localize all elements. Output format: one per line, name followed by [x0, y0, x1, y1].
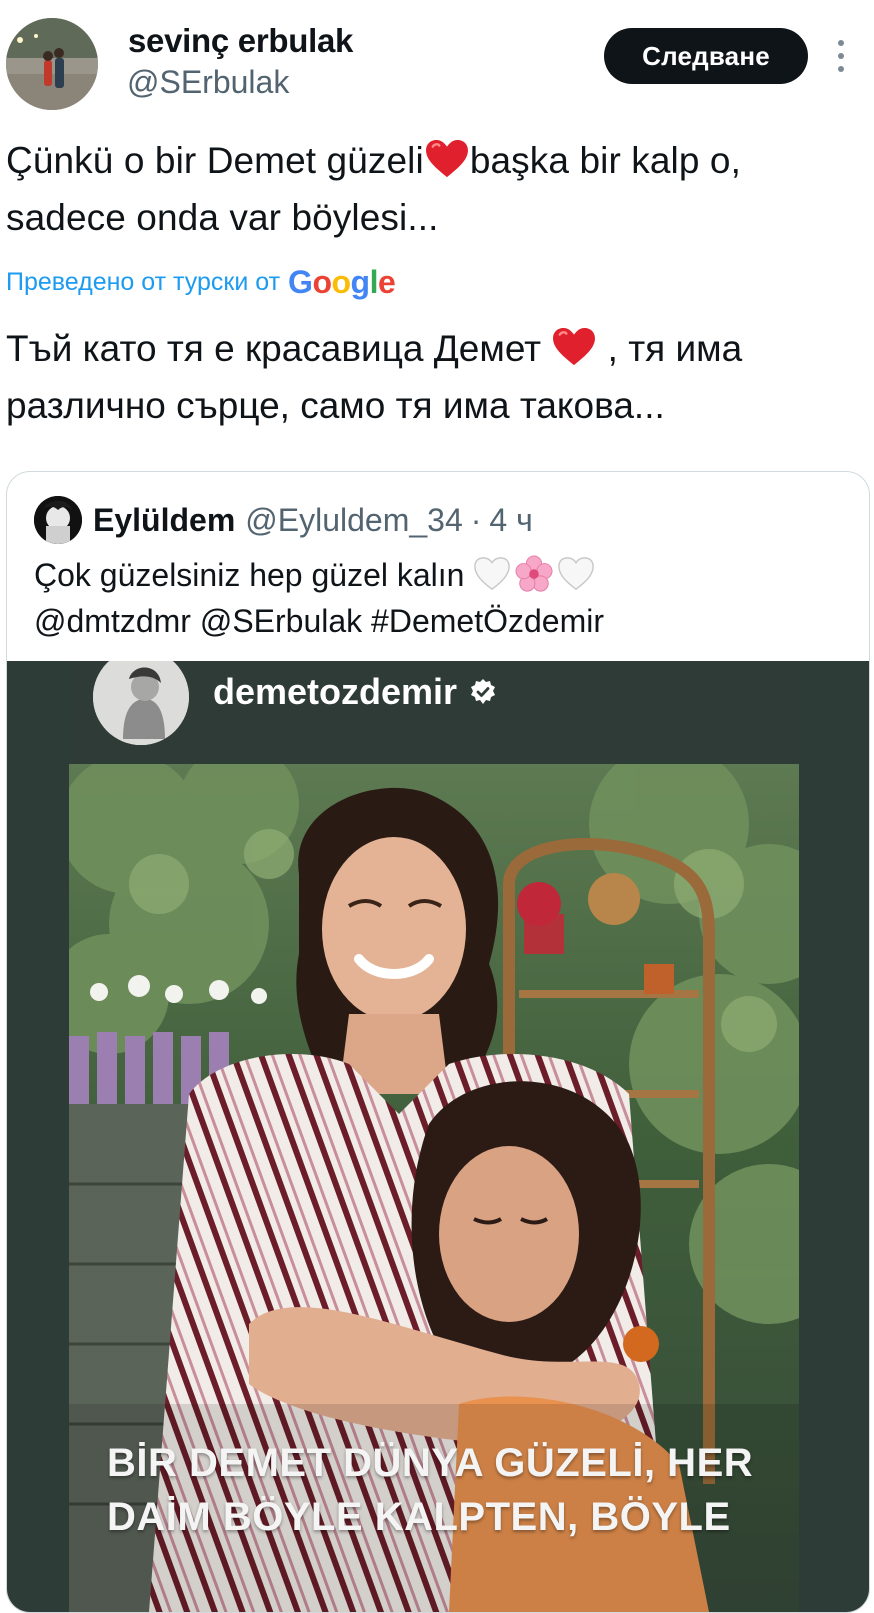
red-heart-icon	[551, 327, 597, 367]
quoted-media-image[interactable]: demetozdemir BİR DEMET DÜNYA GÜZELİ, HER…	[7, 661, 869, 1612]
translated-text: Тъй като тя е красавица Демет , тя има р…	[6, 320, 866, 434]
tweet-text: Çünkü o bir Demet güzeli başka bir kalp o…	[6, 132, 866, 246]
tweet-text-line1-end: başka bir kalp o,	[469, 140, 741, 181]
avatar-photo-icon	[6, 18, 98, 110]
quoted-tweet-time[interactable]: 4 ч	[489, 502, 532, 539]
tweet-text-line2: sadece onda var böylesi...	[6, 197, 439, 238]
avatar-photo-icon	[34, 496, 82, 544]
translation-attribution[interactable]: Преведено от турски от Google	[6, 264, 396, 301]
quoted-author-name[interactable]: Eylüldem	[93, 502, 235, 539]
quoted-author-handle[interactable]: @Eyluldem_34	[245, 502, 462, 539]
meta-separator: ·	[470, 501, 482, 538]
story-caption-line1: BİR DEMET DÜNYA GÜZELİ, HER	[107, 1441, 754, 1485]
tweet-text-line1-start: Çünkü o bir Demet güzeli	[6, 140, 424, 181]
cherry-blossom-emoji-icon	[515, 555, 553, 593]
dot-icon	[838, 66, 844, 72]
quoted-tweet-meta: Eylüldem @Eyluldem_34 · 4 ч	[93, 496, 533, 544]
red-heart-icon	[424, 139, 470, 179]
verified-badge-icon	[469, 678, 497, 706]
translated-text-line2: различно сърце, само тя има такова...	[6, 385, 665, 426]
quoted-text-line2[interactable]: @dmtzdmr @SErbulak #DemetÖzdemir	[34, 603, 604, 639]
white-heart-emoji-icon	[557, 555, 595, 593]
quoted-text-line1: Çok güzelsiniz hep güzel kalın	[34, 557, 465, 593]
follow-button[interactable]: Следване	[604, 28, 808, 84]
quoted-tweet-text: Çok güzelsiniz hep güzel kalın @dmtzdmr …	[34, 552, 854, 644]
quoted-author-avatar[interactable]	[34, 496, 82, 544]
google-logo: Google	[288, 264, 396, 300]
story-caption: BİR DEMET DÜNYA GÜZELİ, HER DAİM BÖYLE K…	[107, 1436, 807, 1544]
more-vertical-icon[interactable]	[834, 38, 848, 74]
white-heart-emoji-icon	[473, 555, 511, 593]
translation-label: Преведено от турски от	[6, 268, 281, 296]
dot-icon	[838, 40, 844, 46]
translated-text-line1-start: Тъй като тя е красавица Демет	[6, 328, 542, 369]
story-username-text: demetozdemir	[213, 671, 458, 712]
author-name[interactable]: sevinç erbulak	[128, 22, 353, 60]
story-username: demetozdemir	[213, 671, 497, 713]
author-handle[interactable]: @SErbulak	[127, 64, 289, 101]
translated-text-line1-end: , тя има	[607, 328, 743, 369]
dot-icon	[838, 53, 844, 59]
quoted-tweet-card[interactable]: Eylüldem @Eyluldem_34 · 4 ч Çok güzelsin…	[6, 471, 870, 1613]
author-avatar[interactable]	[6, 18, 98, 110]
story-caption-line2: DAİM BÖYLE KALPTEN, BÖYLE	[107, 1495, 731, 1539]
tweet-header: sevinç erbulak @SErbulak Следване	[0, 0, 874, 120]
